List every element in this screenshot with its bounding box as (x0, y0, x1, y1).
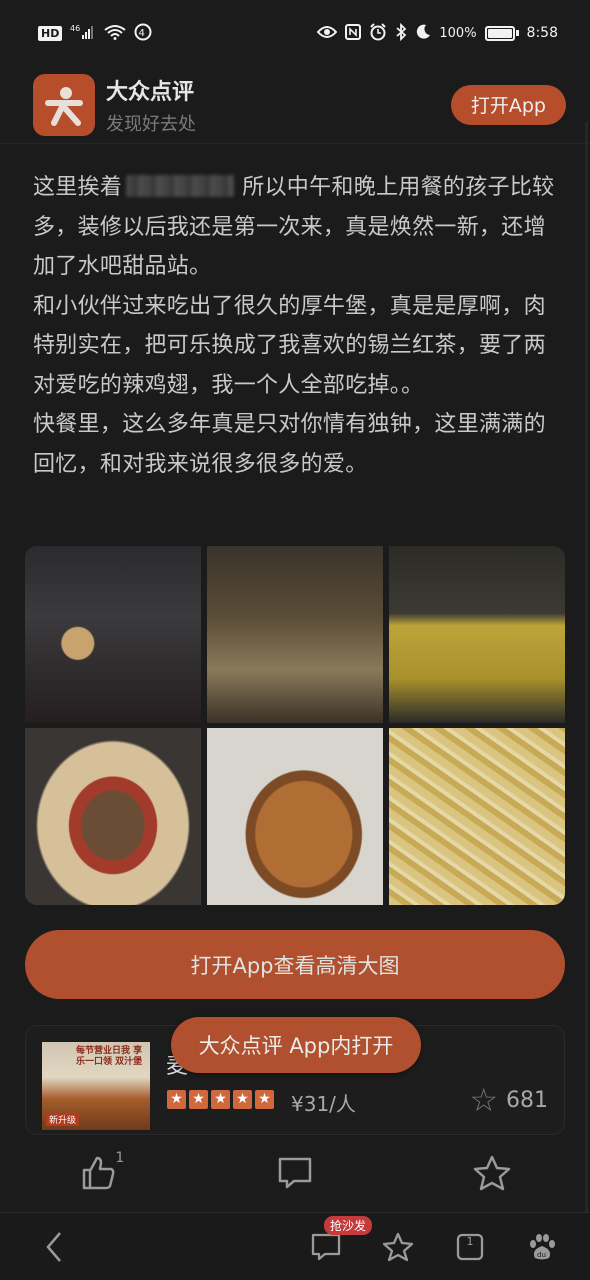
moon-icon (415, 24, 431, 43)
bookmark-button[interactable] (378, 1227, 418, 1267)
star-icon: ★ (211, 1090, 230, 1109)
like-button[interactable]: 1 (68, 1148, 128, 1198)
photo-grid (25, 546, 565, 905)
browser-toolbar: 抢沙发 1 du (0, 1212, 590, 1280)
photo-burger[interactable] (25, 728, 201, 905)
star-outline-icon (382, 1232, 414, 1261)
svg-text:4: 4 (139, 28, 145, 39)
photo-counter[interactable] (389, 546, 565, 723)
signal-icon: 46 (70, 24, 96, 43)
app-tagline: 发现好去处 (106, 113, 196, 135)
bluetooth-icon (395, 22, 407, 44)
open-in-app-button[interactable]: 大众点评 App内打开 (171, 1017, 421, 1073)
review-actions: 1 (0, 1135, 590, 1211)
review-text: 这里挨着 所以中午和晚上用餐的孩子比较多，装修以后我还是第一次来，真是焕然一新，还… (33, 168, 563, 484)
rating-stars: ★ ★ ★ ★ ★ (167, 1090, 274, 1109)
clock: 8:58 (526, 25, 558, 41)
svg-text:du: du (537, 1251, 546, 1259)
comments-button[interactable]: 抢沙发 (306, 1215, 373, 1267)
tab-count: 1 (466, 1234, 474, 1248)
photo-fries[interactable] (389, 728, 565, 905)
star-icon: ★ (255, 1090, 274, 1109)
review-paragraph-3: 快餐里，这么多年真是只对你情有独钟，这里满满的回忆，和对我来说很多很多的爱。 (33, 412, 546, 477)
star-outline-icon: ☆ (469, 1081, 498, 1119)
status-left: HD 46 4 (38, 23, 152, 44)
scrollbar[interactable] (585, 122, 588, 1222)
back-button[interactable] (34, 1227, 74, 1267)
thumbs-up-icon (83, 1156, 115, 1190)
battery-icon (484, 25, 519, 41)
star-icon: ★ (189, 1090, 208, 1109)
favorite-review-button[interactable] (462, 1148, 522, 1198)
app-name: 大众点评 (106, 79, 195, 105)
shop-thumbnail-badge: 新升级 (46, 1113, 80, 1126)
chevron-left-icon (46, 1231, 61, 1262)
nfc-icon (345, 23, 362, 43)
baidu-button[interactable]: du (522, 1227, 562, 1267)
photo-dessert-display[interactable] (207, 546, 383, 723)
alarm-icon (369, 22, 387, 44)
review-paragraph-2: 和小伙伴过来吃出了很久的厚牛堡，真是是厚啊，肉特别实在，把可乐换成了我喜欢的锡兰… (33, 293, 546, 398)
battery-percent: 100% (439, 25, 477, 41)
view-hd-photos-button[interactable]: 打开App查看高清大图 (25, 930, 565, 999)
svg-text:46: 46 (70, 24, 80, 33)
app-header: 大众点评 发现好去处 打开App (0, 66, 590, 144)
star-icon: ★ (167, 1090, 186, 1109)
star-outline-icon (473, 1155, 510, 1191)
review-paragraph-1: 这里挨着 所以中午和晚上用餐的孩子比较多，装修以后我还是第一次来，真是焕然一新，还… (33, 168, 563, 287)
baidu-paw-icon: du (530, 1233, 555, 1259)
redacted-location (126, 175, 235, 197)
eye-icon (317, 25, 338, 42)
comment-button[interactable] (265, 1148, 325, 1198)
shop-thumbnail-headline: 每节营业日我 享乐一口领 双汁堡 (76, 1046, 143, 1067)
price-per-person: ¥31/人 (291, 1092, 356, 1116)
favorite-count: 681 (506, 1087, 548, 1113)
like-count: 1 (115, 1150, 125, 1166)
status-bar: HD 46 4 100% 8:58 (0, 0, 590, 66)
comment-icon (311, 1233, 341, 1260)
photo-menu-board[interactable] (25, 546, 201, 723)
photo-fried-chicken[interactable] (207, 728, 383, 905)
shop-favorite[interactable]: ☆ 681 (469, 1084, 548, 1116)
open-app-button[interactable]: 打开App (450, 84, 566, 125)
dianping-logo-icon (33, 73, 95, 136)
star-icon: ★ (233, 1090, 252, 1109)
comment-icon (278, 1157, 312, 1189)
wifi-icon (104, 24, 126, 43)
brand: 大众点评 发现好去处 (106, 74, 196, 136)
status-right: 100% 8:58 (317, 22, 558, 44)
data-saver-icon: 4 (134, 23, 152, 44)
review-text-prefix: 这里挨着 (33, 175, 123, 200)
shop-thumbnail: 每节营业日我 享乐一口领 双汁堡 新升级 (42, 1042, 150, 1130)
hd-indicator: HD (38, 25, 63, 41)
sofa-badge: 抢沙发 (324, 1215, 373, 1235)
tabs-button[interactable]: 1 (450, 1227, 490, 1267)
